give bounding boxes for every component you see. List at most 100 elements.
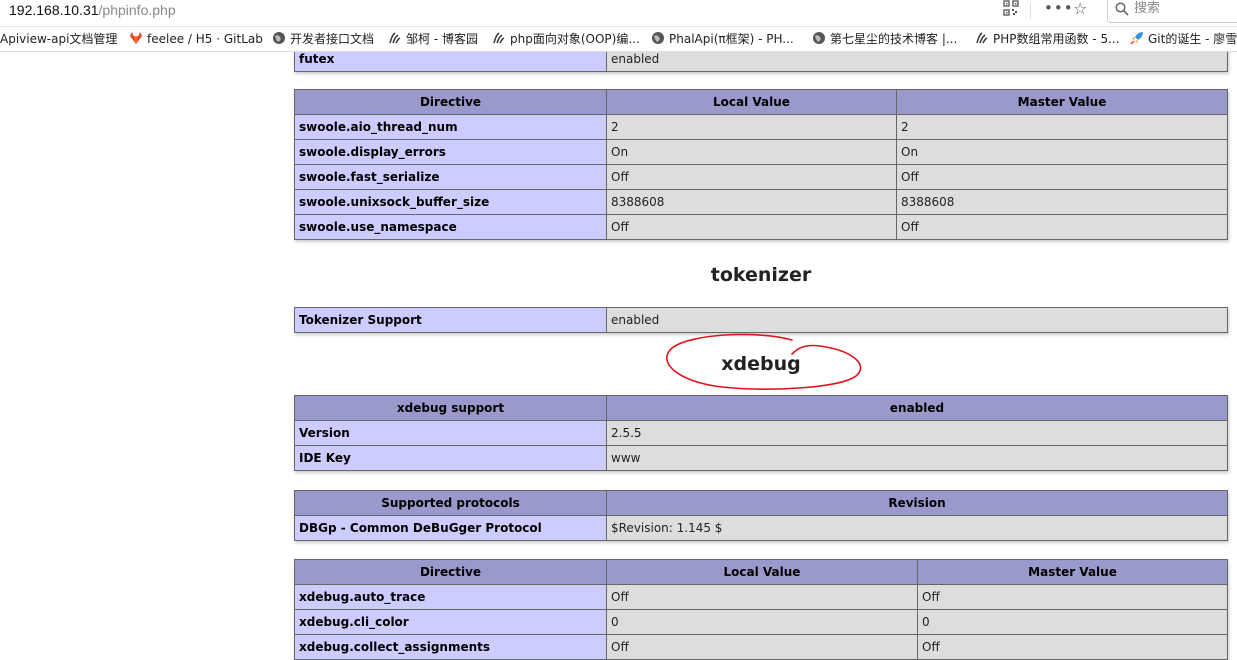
bookmark-item[interactable]: 开发者接口文档 <box>272 30 374 48</box>
table-row: Version 2.5.5 <box>294 420 1228 446</box>
bookmark-item[interactable]: php面向对象(OOP)编... <box>492 30 640 48</box>
bookmark-label: php面向对象(OOP)编... <box>510 32 640 46</box>
cnblogs-icon <box>492 31 506 45</box>
column-header: Directive <box>294 559 607 585</box>
search-input[interactable] <box>1134 0 1234 17</box>
column-header: Directive <box>294 89 607 115</box>
local-value: 2 <box>606 114 897 140</box>
column-header: Supported protocols <box>294 490 607 516</box>
table-row: swoole.use_namespace Off Off <box>294 214 1228 240</box>
table-row: xdebug.cli_color 0 0 <box>294 609 1228 635</box>
column-header: Local Value <box>606 89 897 115</box>
search-box[interactable] <box>1107 0 1237 23</box>
column-header: Revision <box>606 490 1228 516</box>
tokenizer-table: Tokenizer Support enabled <box>294 307 1228 333</box>
bookmark-label: feelee / H5 · GitLab <box>147 32 263 46</box>
xdebug-support-table: xdebug support enabled Version 2.5.5 IDE… <box>294 395 1228 471</box>
directive-name: swoole.aio_thread_num <box>294 114 607 140</box>
local-value: On <box>606 139 897 165</box>
bookmark-item[interactable]: Apiview-api文档管理 <box>0 30 117 48</box>
local-value: Off <box>606 584 918 610</box>
table-row: swoole.fast_serialize Off Off <box>294 164 1228 190</box>
protocol-name: DBGp - Common DeBuGger Protocol <box>294 515 607 541</box>
directive-value: enabled <box>606 52 1228 72</box>
bookmark-label: Git的诞生 - 廖雪 <box>1148 32 1237 46</box>
bookmark-item[interactable]: PHP数组常用函数 - 5... <box>975 30 1120 48</box>
directive-name: futex <box>294 52 607 72</box>
directive-name: Version <box>294 420 607 446</box>
address-bar[interactable]: 192.168.10.31/phpinfo.php ••• ☆ <box>0 0 1237 27</box>
bookmark-item[interactable]: feelee / H5 · GitLab <box>129 30 263 48</box>
column-header: Master Value <box>896 89 1228 115</box>
url-path: /phpinfo.php <box>98 2 176 18</box>
directive-name: swoole.use_namespace <box>294 214 607 240</box>
master-value: 0 <box>917 609 1228 635</box>
directive-name: IDE Key <box>294 445 607 471</box>
directive-name: xdebug.auto_trace <box>294 584 607 610</box>
globe-icon <box>651 31 665 45</box>
master-value: Off <box>896 164 1228 190</box>
directive-name: swoole.fast_serialize <box>294 164 607 190</box>
swoole-directives-table: Directive Local Value Master Value swool… <box>294 89 1228 240</box>
local-value: 8388608 <box>606 189 897 215</box>
table-header-row: xdebug support enabled <box>294 395 1228 421</box>
column-header: enabled <box>606 395 1228 421</box>
bookmark-label: Apiview-api文档管理 <box>0 32 118 46</box>
directive-name: Tokenizer Support <box>294 307 607 333</box>
rocket-icon <box>1130 31 1144 45</box>
local-value: 0 <box>606 609 918 635</box>
section-heading-xdebug: xdebug <box>721 353 801 375</box>
cnblogs-icon <box>975 31 989 45</box>
supported-protocols-table: Supported protocols Revision DBGp - Comm… <box>294 490 1228 541</box>
table-row: IDE Key www <box>294 445 1228 471</box>
table-row: swoole.aio_thread_num 2 2 <box>294 114 1228 140</box>
toolbar-divider <box>1030 3 1031 19</box>
url-host: 192.168.10.31 <box>9 2 99 18</box>
local-value: Off <box>606 634 918 660</box>
bookmark-item[interactable]: 第七星尘的技术博客 |... <box>812 30 957 48</box>
globe-icon <box>812 31 826 45</box>
column-header: Master Value <box>917 559 1228 585</box>
master-value: Off <box>917 634 1228 660</box>
table-header-row: Directive Local Value Master Value <box>294 559 1228 585</box>
table-header-row: Supported protocols Revision <box>294 490 1228 516</box>
table-row: DBGp - Common DeBuGger Protocol $Revisio… <box>294 515 1228 541</box>
master-value: 2 <box>896 114 1228 140</box>
globe-icon <box>272 31 286 45</box>
bookmarks-bar: Apiview-api文档管理 feelee / H5 · GitLab 开发者… <box>0 27 1237 52</box>
table-row: xdebug.collect_assignments Off Off <box>294 634 1228 660</box>
bookmark-label: PhalApi(π框架) - PH... <box>669 32 794 46</box>
qr-code-icon[interactable] <box>1003 0 1019 16</box>
table-row: swoole.unixsock_buffer_size 8388608 8388… <box>294 189 1228 215</box>
cnblogs-icon <box>388 31 402 45</box>
page-content: futex enabled Directive Local Value Mast… <box>0 52 1237 660</box>
bookmark-label: 开发者接口文档 <box>290 32 375 46</box>
master-value: Off <box>896 214 1228 240</box>
table-header-row: Directive Local Value Master Value <box>294 89 1228 115</box>
column-header: Local Value <box>606 559 918 585</box>
bookmark-label: PHP数组常用函数 - 5... <box>993 32 1120 46</box>
gitlab-icon <box>129 31 143 45</box>
bookmark-item[interactable]: Git的诞生 - 廖雪 <box>1130 30 1237 48</box>
more-actions-icon[interactable]: ••• <box>1044 0 1074 17</box>
bookmark-label: 邹柯 - 博客园 <box>406 32 478 46</box>
directive-name: xdebug.cli_color <box>294 609 607 635</box>
url-text[interactable]: 192.168.10.31/phpinfo.php <box>9 1 176 19</box>
directive-name: swoole.unixsock_buffer_size <box>294 189 607 215</box>
master-value: 8388608 <box>896 189 1228 215</box>
directive-name: swoole.display_errors <box>294 139 607 165</box>
master-value: On <box>896 139 1228 165</box>
table-row: futex enabled <box>294 52 1228 72</box>
bookmark-item[interactable]: 邹柯 - 博客园 <box>388 30 478 48</box>
table-row: Tokenizer Support enabled <box>294 307 1228 333</box>
protocol-revision: $Revision: 1.145 $ <box>606 515 1228 541</box>
master-value: Off <box>917 584 1228 610</box>
directive-value: www <box>606 445 1228 471</box>
bookmark-item[interactable]: PhalApi(π框架) - PH... <box>651 30 794 48</box>
directive-value: enabled <box>606 307 1228 333</box>
futex-table: futex enabled <box>294 52 1228 72</box>
directive-value: 2.5.5 <box>606 420 1228 446</box>
xdebug-directives-table: Directive Local Value Master Value xdebu… <box>294 559 1228 660</box>
bookmark-star-icon[interactable]: ☆ <box>1073 0 1087 18</box>
table-row: xdebug.auto_trace Off Off <box>294 584 1228 610</box>
